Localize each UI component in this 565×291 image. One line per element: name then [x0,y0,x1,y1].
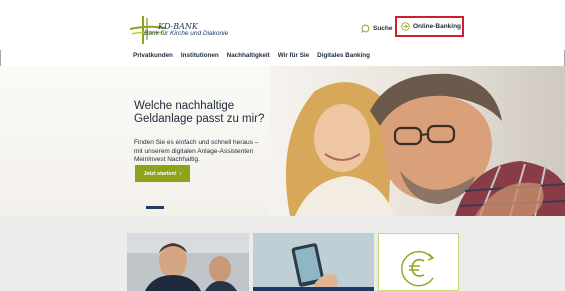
site-header: KD-BANK Bank für Kirche und Diakonie Suc… [0,0,565,59]
hero-title-line-2: Geldanlage passt zu mir? [134,113,265,125]
teaser-card-digital[interactable] [253,233,374,291]
login-arrow-icon [401,22,410,31]
hero-banner: Welche nachhaltige Geldanlage passt zu m… [0,66,565,216]
logo-subtitle: Bank für Kirche und Diakonie [144,30,229,37]
chevron-right-icon: › [179,170,182,177]
start-now-label: Jetzt starten! [143,170,177,177]
nav-item-privatkunden[interactable]: Privatkunden [133,52,173,64]
hero-photo-couple [270,66,565,216]
nav-item-digitales-banking[interactable]: Digitales Banking [317,52,370,64]
search-button[interactable]: Suche [361,21,393,35]
search-icon [361,24,370,33]
slider-indicator[interactable] [146,206,164,209]
hero-title-line-1: Welche nachhaltige [134,100,235,112]
teaser-section [0,216,565,291]
nav-item-nachhaltigkeit[interactable]: Nachhaltigkeit [227,52,270,64]
teaser-card-advisors[interactable] [127,233,249,291]
start-now-button[interactable]: Jetzt starten! › [135,165,190,182]
online-banking-button[interactable]: Online-Banking [395,16,464,37]
nav-item-institutionen[interactable]: Institutionen [181,52,219,64]
advisors-photo [127,233,249,291]
tablet-photo [253,233,374,291]
euro-icon [401,251,435,287]
hero-body: Finden Sie es einfach und schnell heraus… [134,139,259,164]
hero-body-wrap: Finden Sie es einfach und schnell heraus… [134,133,262,165]
search-label: Suche [373,24,393,32]
kd-bank-logo[interactable]: KD-BANK Bank für Kirche und Diakonie [128,14,238,46]
online-banking-label: Online-Banking [413,23,462,30]
main-navigation: Privatkunden Institutionen Nachhaltigkei… [133,52,370,64]
nav-item-wir-fuer-sie[interactable]: Wir für Sie [278,52,309,64]
hero-text: Welche nachhaltige Geldanlage passt zu m… [134,100,274,126]
hero-title: Welche nachhaltige Geldanlage passt zu m… [134,100,274,126]
teaser-card-euro[interactable] [378,233,459,291]
